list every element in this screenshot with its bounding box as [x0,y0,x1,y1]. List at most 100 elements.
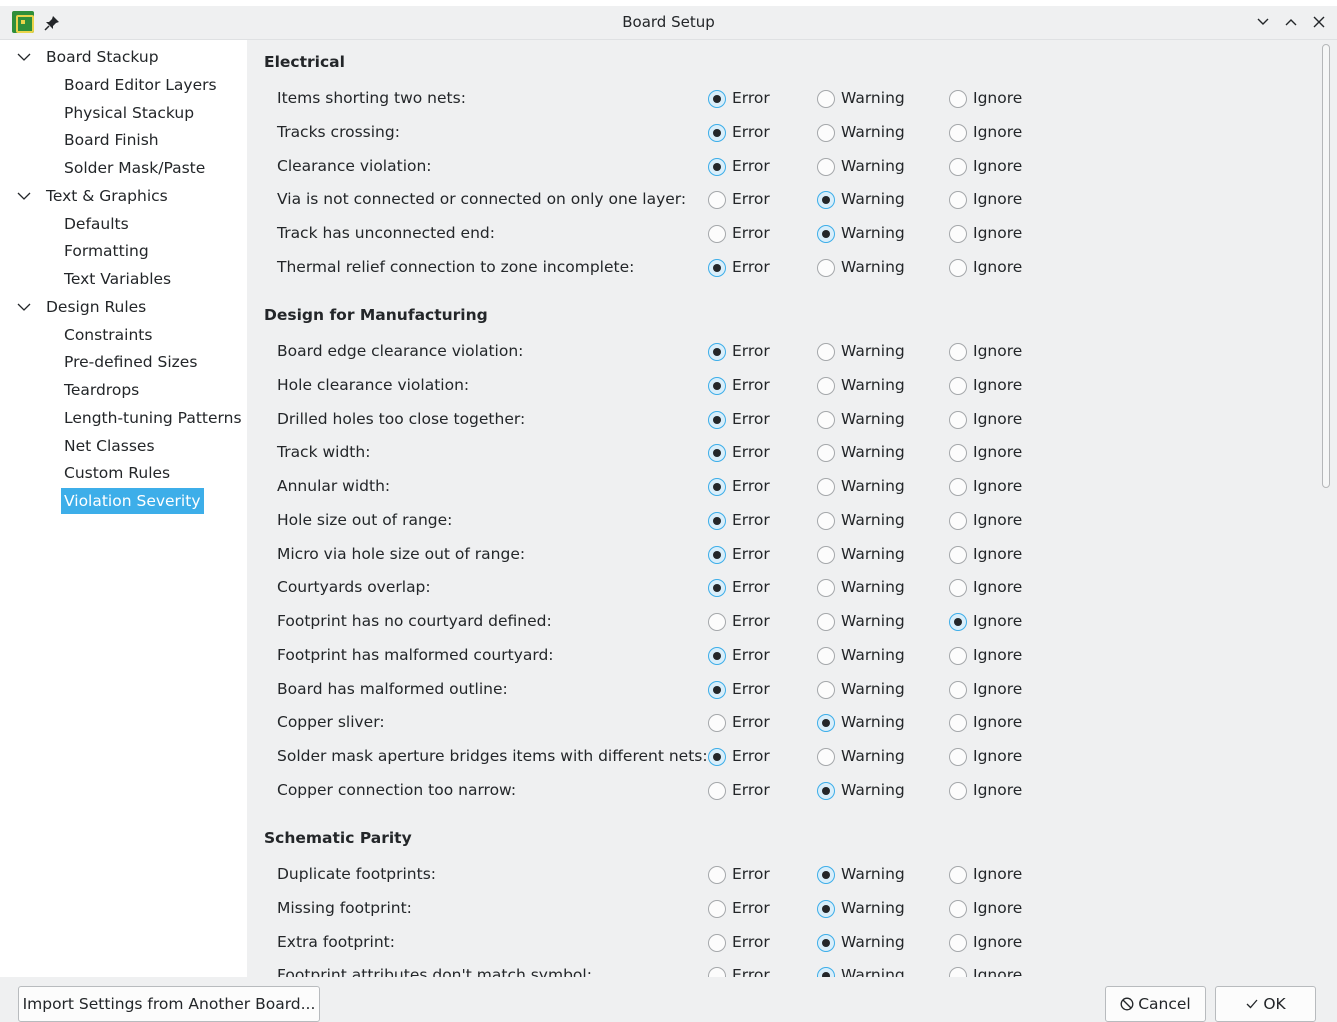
sidebar-item-formatting[interactable]: Formatting [64,238,149,264]
minimize-button[interactable] [1250,9,1276,35]
radio-indicator[interactable] [708,545,726,564]
radio-indicator[interactable] [817,225,835,243]
close-button[interactable] [1306,9,1332,35]
radio-indicator[interactable] [949,376,967,395]
radio-indicator[interactable] [708,123,726,142]
cancel-button[interactable]: Cancel [1105,986,1206,1022]
radio-indicator[interactable] [949,258,967,277]
radio-indicator[interactable] [949,899,967,918]
radio-indicator[interactable] [949,123,967,142]
radio-indicator[interactable] [817,410,835,429]
radio-indicator[interactable] [708,157,726,176]
radio-indicator[interactable] [949,545,967,564]
radio-indicator[interactable] [949,478,967,496]
radio-indicator[interactable] [949,613,967,631]
radio-indicator[interactable] [708,579,726,598]
radio-indicator[interactable] [817,579,835,598]
radio-indicator[interactable] [817,899,835,918]
radio-indicator[interactable] [817,258,835,277]
sidebar-item-net-classes[interactable]: Net Classes [64,433,155,459]
radio-indicator[interactable] [817,157,835,176]
radio-indicator[interactable] [949,714,967,733]
sidebar-item-board-editor-layers[interactable]: Board Editor Layers [64,72,217,98]
scrollbar-thumb[interactable] [1322,44,1330,488]
sidebar-item-board-finish[interactable]: Board Finish [64,127,159,153]
radio-indicator[interactable] [817,343,835,361]
sidebar-item-pre-defined-sizes[interactable]: Pre-defined Sizes [64,349,197,375]
radio-indicator[interactable] [708,478,726,496]
radio-indicator[interactable] [949,444,967,463]
radio-indicator[interactable] [817,123,835,142]
radio-indicator[interactable] [708,866,726,884]
radio-indicator[interactable] [817,545,835,564]
radio-indicator[interactable] [817,478,835,496]
sidebar-item-solder-mask-paste[interactable]: Solder Mask/Paste [64,155,205,181]
radio-label: Ignore [973,443,1023,462]
radio-indicator[interactable] [817,444,835,463]
radio-indicator[interactable] [817,933,835,952]
ok-button[interactable]: OK [1215,986,1316,1022]
radio-indicator[interactable] [949,191,967,210]
sidebar-item-physical-stackup[interactable]: Physical Stackup [64,100,194,126]
radio-indicator[interactable] [949,967,967,977]
maximize-button[interactable] [1278,9,1304,35]
radio-indicator[interactable] [708,714,726,733]
sidebar-item-constraints[interactable]: Constraints [64,322,152,348]
radio-indicator[interactable] [817,748,835,766]
radio-indicator[interactable] [708,376,726,395]
radio-indicator[interactable] [949,225,967,243]
radio-indicator[interactable] [817,781,835,800]
radio-indicator[interactable] [708,781,726,800]
severity-row-label: Copper connection too narrow: [277,780,517,799]
radio-indicator[interactable] [949,933,967,952]
radio-indicator[interactable] [708,967,726,977]
radio-indicator[interactable] [817,376,835,395]
radio-indicator[interactable] [949,410,967,429]
sidebar-item-teardrops[interactable]: Teardrops [64,377,139,403]
radio-indicator[interactable] [949,90,967,108]
radio-indicator[interactable] [708,410,726,429]
radio-indicator[interactable] [708,444,726,463]
sidebar-item-violation-severity[interactable]: Violation Severity [61,488,204,514]
radio-indicator[interactable] [817,613,835,631]
chevron-down-icon[interactable] [16,183,32,209]
radio-indicator[interactable] [949,511,967,530]
radio-indicator[interactable] [708,191,726,210]
radio-indicator[interactable] [817,191,835,210]
sidebar-item-defaults[interactable]: Defaults [64,211,129,237]
chevron-down-icon[interactable] [16,294,32,320]
radio-indicator[interactable] [817,90,835,108]
radio-indicator[interactable] [949,343,967,361]
radio-indicator[interactable] [817,866,835,884]
import-settings-button[interactable]: Import Settings from Another Board... [18,986,320,1022]
radio-indicator[interactable] [949,781,967,800]
radio-indicator[interactable] [708,748,726,766]
radio-indicator[interactable] [708,511,726,530]
radio-indicator[interactable] [817,511,835,530]
radio-indicator[interactable] [949,157,967,176]
radio-indicator[interactable] [708,225,726,243]
sidebar-item-length-tuning-patterns[interactable]: Length-tuning Patterns [64,405,242,431]
vertical-scrollbar[interactable] [1320,44,1332,974]
radio-indicator[interactable] [949,646,967,665]
radio-indicator[interactable] [708,646,726,665]
radio-indicator[interactable] [949,680,967,699]
radio-indicator[interactable] [708,899,726,918]
radio-indicator[interactable] [708,613,726,631]
radio-indicator[interactable] [708,680,726,699]
sidebar-item-custom-rules[interactable]: Custom Rules [64,460,170,486]
radio-indicator[interactable] [817,967,835,977]
radio-indicator[interactable] [708,343,726,361]
radio-indicator[interactable] [949,866,967,884]
radio-indicator[interactable] [817,646,835,665]
radio-indicator[interactable] [817,680,835,699]
radio-indicator[interactable] [949,748,967,766]
sidebar-item-text-variables[interactable]: Text Variables [64,266,171,292]
radio-indicator[interactable] [817,714,835,733]
chevron-up-icon [1285,19,1297,26]
radio-indicator[interactable] [708,933,726,952]
chevron-down-icon[interactable] [16,44,32,70]
radio-indicator[interactable] [708,90,726,108]
radio-indicator[interactable] [949,579,967,598]
radio-indicator[interactable] [708,258,726,277]
